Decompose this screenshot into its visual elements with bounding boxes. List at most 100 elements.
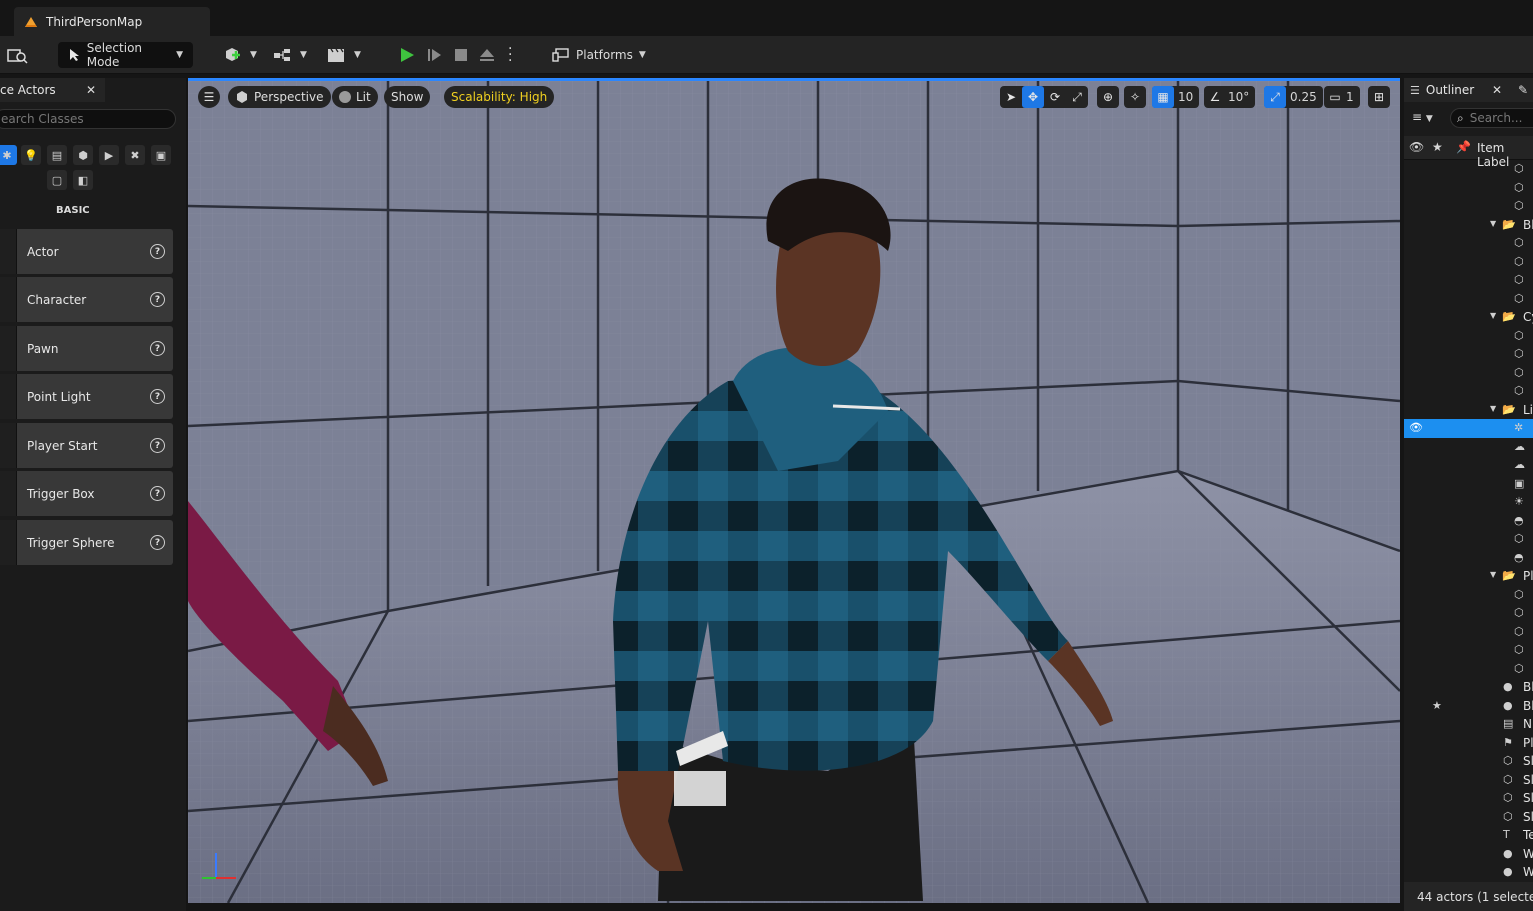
outliner-folder-row[interactable]: ▼ 📂 Pl	[1404, 567, 1533, 586]
scale-snap-button[interactable]: ⤢ 0.25	[1264, 86, 1323, 108]
recent-icon[interactable]: ✱	[0, 145, 17, 165]
outliner-actor-row[interactable]: 👁 ✲	[1404, 419, 1533, 438]
favorite-icon[interactable]: ★	[1432, 699, 1442, 712]
play-button[interactable]	[398, 42, 416, 68]
outliner-actor-row[interactable]: ⬡ Sl	[1404, 808, 1533, 827]
selection-mode-dropdown[interactable]: Selection Mode ▼	[58, 41, 193, 69]
play-options-button[interactable]: · · ·	[508, 42, 512, 68]
actor-item-trigger-box[interactable]: Trigger Box?	[0, 471, 173, 516]
surface-snap-button[interactable]: ✧	[1124, 86, 1146, 108]
outliner-actor-row[interactable]: ⬡	[1404, 345, 1533, 364]
help-icon[interactable]: ?	[150, 535, 165, 550]
outliner-actor-row[interactable]: ⬡	[1404, 253, 1533, 272]
outliner-actor-row[interactable]: ⬡	[1404, 604, 1533, 623]
cinematics-button[interactable]: ▼	[326, 42, 361, 68]
outliner-actor-row[interactable]: ⬡ Sl	[1404, 771, 1533, 790]
outliner-actor-row[interactable]: ◓	[1404, 549, 1533, 568]
search-classes-input[interactable]: earch Classes	[0, 109, 176, 129]
outliner-actor-row[interactable]: ⬡	[1404, 271, 1533, 290]
outliner-actor-row[interactable]: ⬡	[1404, 382, 1533, 401]
outliner-actor-row[interactable]: ▣	[1404, 475, 1533, 494]
actor-item-character[interactable]: Character?	[0, 277, 173, 322]
place-actors-tab[interactable]: ce Actors ✕	[0, 78, 105, 102]
viewport-layout-button[interactable]: ⊞	[1368, 86, 1390, 108]
expand-arrow-icon[interactable]: ▼	[1490, 219, 1496, 228]
outliner-actor-row[interactable]: ● Bl	[1404, 678, 1533, 697]
actor-item-point-light[interactable]: Point Light?	[0, 374, 173, 419]
cinematic-icon[interactable]: ▤	[47, 145, 67, 165]
close-icon[interactable]: ✕	[1492, 83, 1502, 97]
edit-icon[interactable]: ✎	[1518, 83, 1528, 97]
expand-arrow-icon[interactable]: ▼	[1490, 570, 1496, 579]
help-icon[interactable]: ?	[150, 389, 165, 404]
lightbulb-icon[interactable]: 💡	[21, 145, 41, 165]
coordinate-system-button[interactable]: ⊕	[1097, 86, 1119, 108]
visibility-column-icon[interactable]: 👁	[1409, 140, 1424, 154]
add-actor-button[interactable]: ▼	[222, 42, 257, 68]
help-icon[interactable]: ?	[150, 438, 165, 453]
outliner-tab[interactable]: ☰ Outliner ✕ ✎	[1404, 78, 1533, 102]
advance-frame-button[interactable]	[426, 42, 444, 68]
outliner-actor-row[interactable]: ☁	[1404, 456, 1533, 475]
outliner-actor-row[interactable]: ⬡	[1404, 530, 1533, 549]
outliner-actor-row[interactable]: ⬡	[1404, 586, 1533, 605]
outliner-actor-row[interactable]: ★ ● Bl	[1404, 697, 1533, 716]
outliner-actor-row[interactable]: ⬡	[1404, 234, 1533, 253]
scalability-button[interactable]: Scalability: High	[444, 86, 555, 108]
select-tool-icon[interactable]: ➤	[1000, 86, 1022, 108]
help-icon[interactable]: ?	[150, 244, 165, 259]
outliner-actor-row[interactable]: ☁	[1404, 438, 1533, 457]
expand-arrow-icon[interactable]: ▼	[1490, 311, 1496, 320]
visibility-icon[interactable]: 👁	[1409, 421, 1423, 434]
close-icon[interactable]: ✕	[86, 83, 96, 97]
outliner-search-input[interactable]: ⌕ Search...	[1450, 108, 1533, 128]
pin-column-icon[interactable]: 📌	[1456, 140, 1471, 154]
outliner-folder-row[interactable]: ▼ 📂 Bl	[1404, 216, 1533, 235]
outliner-actor-row[interactable]: ⬡ Sl	[1404, 789, 1533, 808]
outliner-actor-row[interactable]: ⬡	[1404, 623, 1533, 642]
blueprint-button[interactable]: ▼	[272, 42, 307, 68]
actor-item-actor[interactable]: Actor?	[0, 229, 173, 274]
outliner-actor-row[interactable]: ⚑ Pl	[1404, 734, 1533, 753]
volumes-icon[interactable]: ▢	[47, 170, 67, 190]
outliner-actor-row[interactable]: ▤ N	[1404, 715, 1533, 734]
outliner-actor-row[interactable]: ⬡	[1404, 179, 1533, 198]
outliner-actor-row[interactable]: ⬡	[1404, 364, 1533, 383]
outliner-actor-row[interactable]: ● W	[1404, 845, 1533, 864]
favorite-column-icon[interactable]: ★	[1432, 140, 1443, 154]
rotation-snap-button[interactable]: ∠ 10°	[1204, 86, 1256, 108]
outliner-actor-row[interactable]: ⬡	[1404, 641, 1533, 660]
scale-tool-icon[interactable]: ⤢	[1066, 86, 1088, 108]
actor-item-player-start[interactable]: Player Start?	[0, 423, 173, 468]
outliner-actor-row[interactable]: ⬡	[1404, 290, 1533, 309]
document-tab[interactable]: ThirdPersonMap	[14, 7, 210, 36]
move-tool-icon[interactable]: ✥	[1022, 86, 1044, 108]
filter-dropdown[interactable]: ≡ ▼	[1412, 110, 1433, 124]
actor-item-trigger-sphere[interactable]: Trigger Sphere?	[0, 520, 173, 565]
outliner-actor-row[interactable]: ⬡	[1404, 197, 1533, 216]
viewport-options-button[interactable]: ☰	[198, 86, 220, 108]
platforms-dropdown[interactable]: Platforms ▼	[552, 42, 646, 68]
shapes-icon[interactable]: ✖	[125, 145, 145, 165]
actor-item-pawn[interactable]: Pawn?	[0, 326, 173, 371]
geometry-icon[interactable]: ◧	[73, 170, 93, 190]
grid-snap-button[interactable]: ▦ 10	[1152, 86, 1200, 108]
rotate-tool-icon[interactable]: ⟳	[1044, 86, 1066, 108]
visual-effects-icon[interactable]: ⬢	[73, 145, 93, 165]
outliner-actor-row[interactable]: ⬡	[1404, 327, 1533, 346]
expand-arrow-icon[interactable]: ▼	[1490, 404, 1496, 413]
media-icon[interactable]: ▶	[99, 145, 119, 165]
help-icon[interactable]: ?	[150, 292, 165, 307]
all-classes-icon[interactable]: ▣	[151, 145, 171, 165]
outliner-actor-row[interactable]: ☀	[1404, 493, 1533, 512]
help-icon[interactable]: ?	[150, 486, 165, 501]
view-mode-button[interactable]: Lit	[332, 86, 378, 108]
camera-speed-button[interactable]: ▭ 1	[1324, 86, 1360, 108]
outliner-actor-row[interactable]: ⬡	[1404, 660, 1533, 679]
level-viewport[interactable]: ☰ Perspective Lit Show Scalability: High…	[188, 78, 1400, 903]
viewport-scene[interactable]	[188, 81, 1400, 903]
stop-button[interactable]	[453, 42, 469, 68]
outliner-actor-row[interactable]: ⬡	[1404, 160, 1533, 179]
eject-button[interactable]	[478, 42, 496, 68]
content-browser-button[interactable]	[6, 42, 28, 68]
